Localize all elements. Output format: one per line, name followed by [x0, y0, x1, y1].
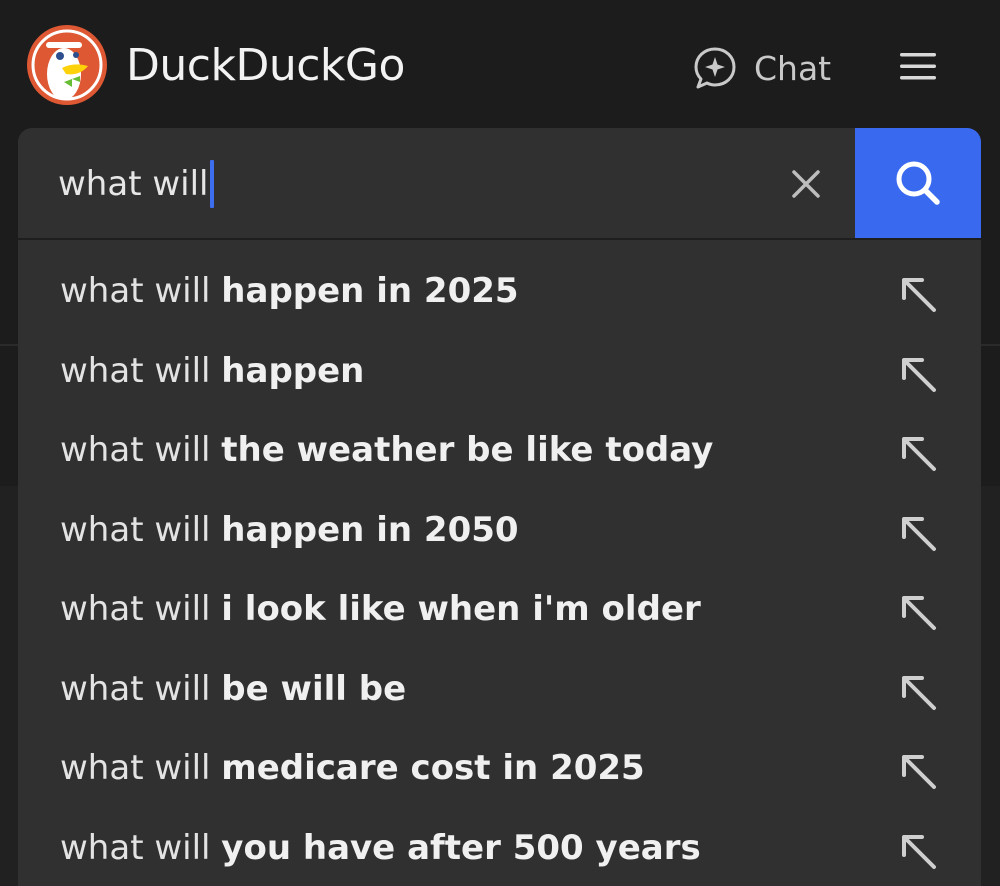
- fill-query-arrow-icon[interactable]: [898, 751, 938, 791]
- search-input[interactable]: what will: [58, 158, 658, 210]
- suggestion-prefix: what will: [60, 350, 211, 391]
- text-caret: [210, 160, 215, 208]
- top-bar: DuckDuckGo Chat: [0, 0, 1000, 128]
- suggestion-text: what will happen in 2050: [60, 505, 519, 555]
- chat-label: Chat: [754, 48, 832, 88]
- suggestion-completion: i look like when i'm older: [221, 589, 701, 629]
- fill-query-arrow-icon[interactable]: [898, 672, 938, 712]
- suggestion-item[interactable]: what will the weather be like today: [18, 411, 981, 491]
- suggestion-text: what will you have after 500 years: [60, 823, 701, 873]
- suggestion-item[interactable]: what will happen in 2025: [18, 252, 981, 332]
- suggestion-item[interactable]: what will you have after 500 years: [18, 809, 981, 886]
- suggestion-text: what will happen: [60, 346, 364, 396]
- brand-name[interactable]: DuckDuckGo: [126, 36, 405, 96]
- chat-button[interactable]: Chat: [692, 40, 831, 96]
- suggestion-completion: medicare cost in 2025: [221, 748, 645, 788]
- autocomplete-list: what will happen in 2025 what will happen…: [18, 240, 981, 886]
- hamburger-menu-icon[interactable]: [896, 44, 940, 88]
- suggestion-item[interactable]: what will happen: [18, 332, 981, 412]
- suggestion-completion: be will be: [221, 668, 407, 709]
- suggestion-completion: happen in 2025: [221, 271, 519, 311]
- suggestion-prefix: what will: [60, 509, 211, 550]
- suggestion-completion: happen in 2050: [221, 509, 519, 550]
- suggestion-prefix: what will: [60, 430, 211, 470]
- suggestion-text: what will the weather be like today: [60, 425, 713, 475]
- suggestion-item[interactable]: what will happen in 2050: [18, 491, 981, 571]
- suggestion-prefix: what will: [60, 271, 211, 311]
- fill-query-arrow-icon[interactable]: [898, 513, 938, 553]
- suggestion-completion: you have after 500 years: [221, 827, 701, 868]
- suggestion-item[interactable]: what will be will be: [18, 650, 981, 730]
- duckduckgo-logo-icon[interactable]: [26, 24, 108, 106]
- suggestion-completion: happen: [221, 350, 365, 391]
- close-icon[interactable]: [788, 166, 824, 202]
- suggestion-completion: the weather be like today: [221, 430, 714, 470]
- search-query-text: what will: [58, 164, 209, 204]
- suggestion-text: what will i look like when i'm older: [60, 584, 701, 634]
- suggestion-item[interactable]: what will i look like when i'm older: [18, 570, 981, 650]
- chat-sparkle-icon: [694, 47, 736, 89]
- fill-query-arrow-icon[interactable]: [898, 354, 938, 394]
- suggestion-prefix: what will: [60, 827, 211, 868]
- fill-query-arrow-icon[interactable]: [898, 592, 938, 632]
- fill-query-arrow-icon[interactable]: [898, 433, 938, 473]
- suggestion-text: what will happen in 2025: [60, 266, 519, 316]
- suggestion-prefix: what will: [60, 748, 211, 788]
- search-button[interactable]: [855, 128, 981, 238]
- suggestion-text: what will medicare cost in 2025: [60, 743, 645, 793]
- search-icon: [896, 161, 940, 205]
- suggestion-text: what will be will be: [60, 664, 406, 714]
- search-bar: what will: [18, 128, 981, 240]
- fill-query-arrow-icon[interactable]: [898, 274, 938, 314]
- suggestion-prefix: what will: [60, 589, 211, 629]
- fill-query-arrow-icon[interactable]: [898, 831, 938, 871]
- suggestion-item[interactable]: what will medicare cost in 2025: [18, 729, 981, 809]
- suggestion-prefix: what will: [60, 668, 211, 709]
